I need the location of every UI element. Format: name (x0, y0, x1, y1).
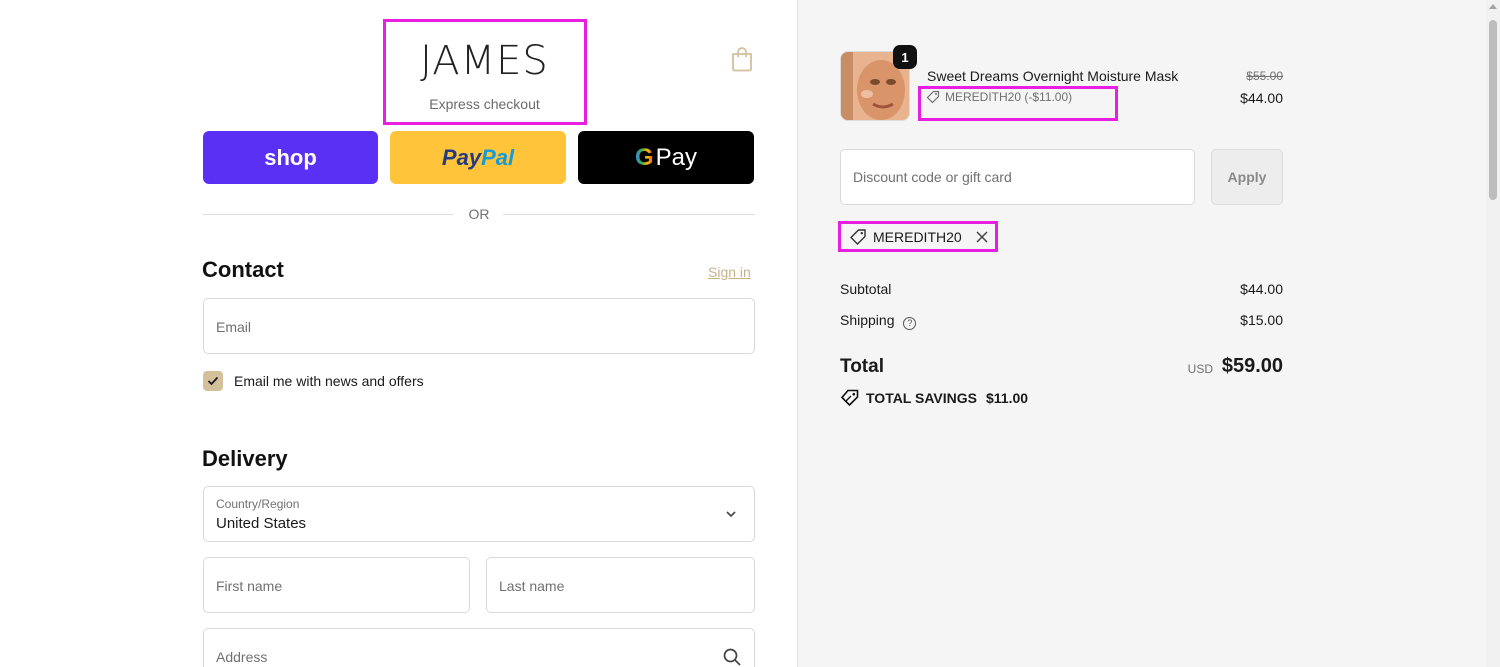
shipping-value: $15.00 (1240, 312, 1283, 328)
first-name-field[interactable]: First name (203, 557, 470, 613)
total-row: Total USD $59.00 (840, 355, 1283, 378)
help-icon[interactable]: ? (903, 317, 917, 330)
paypal-button[interactable]: Pay Pal (390, 131, 566, 184)
email-field[interactable]: Email (203, 298, 755, 354)
checkmark-icon (207, 376, 219, 386)
savings-value: $11.00 (985, 389, 1029, 406)
total-value: $59.00 (1221, 355, 1283, 377)
shipping-row: Shipping ? $15.00 (840, 312, 1283, 330)
first-name-placeholder: First name (216, 578, 283, 594)
shop-pay-label: shop (264, 144, 317, 170)
shop-pay-button[interactable]: shop (203, 131, 378, 184)
or-text: OR (468, 206, 490, 222)
country-select[interactable]: Country/Region United States (203, 486, 755, 542)
currency-code: USD (1187, 362, 1213, 376)
highlight-box-product-discount (918, 86, 1118, 121)
product-name: Sweet Dreams Overnight Moisture Mask (927, 68, 1179, 84)
shopping-bag-icon[interactable] (730, 46, 754, 72)
chevron-down-icon (726, 511, 736, 518)
news-checkbox-label: Email me with news and offers (234, 373, 424, 389)
country-value: United States (216, 515, 307, 532)
highlight-box-applied-code (838, 221, 998, 252)
product-price: $44.00 (1240, 90, 1283, 106)
paypal-label-pal: Pal (481, 144, 515, 170)
last-name-placeholder: Last name (499, 578, 565, 594)
tag-icon (840, 389, 859, 406)
quantity-badge: 1 (893, 45, 917, 69)
country-label: Country/Region (216, 497, 300, 511)
search-icon[interactable] (722, 647, 742, 667)
total-label: Total (840, 356, 884, 377)
scrollbar[interactable] (1486, 0, 1500, 667)
total-savings: TOTAL SAVINGS $11.00 (840, 389, 1028, 406)
subtotal-label: Subtotal (840, 281, 892, 297)
subtotal-row: Subtotal $44.00 (840, 281, 1283, 297)
checkout-main-column: JAMES Express checkout shop Pay Pal G Pay … (0, 0, 797, 667)
contact-heading: Contact (202, 257, 284, 282)
sign-in-link[interactable]: Sign in (708, 264, 751, 280)
delivery-heading: Delivery (202, 446, 288, 471)
shipping-label: Shipping (840, 312, 895, 328)
discount-code-placeholder: Discount code or gift card (853, 169, 1012, 185)
google-pay-button[interactable]: G Pay (578, 131, 754, 184)
savings-label: TOTAL SAVINGS (866, 389, 977, 406)
discount-code-input[interactable]: Discount code or gift card (840, 149, 1195, 205)
or-divider: OR (203, 205, 755, 223)
news-checkbox[interactable] (203, 371, 223, 391)
highlight-box-logo (383, 19, 587, 125)
paypal-label-pay: Pay (441, 144, 482, 170)
apply-button[interactable]: Apply (1211, 149, 1283, 205)
address-field[interactable]: Address (203, 628, 755, 667)
scrollbar-thumb[interactable] (1489, 20, 1497, 200)
address-placeholder: Address (216, 649, 268, 665)
scroll-up-icon[interactable] (1489, 4, 1497, 9)
original-price: $55.00 (1246, 69, 1283, 83)
google-pay-label: Pay (655, 143, 698, 171)
email-placeholder: Email (216, 319, 252, 335)
last-name-field[interactable]: Last name (486, 557, 755, 613)
subtotal-value: $44.00 (1240, 281, 1283, 297)
google-g-icon: G (634, 143, 654, 171)
